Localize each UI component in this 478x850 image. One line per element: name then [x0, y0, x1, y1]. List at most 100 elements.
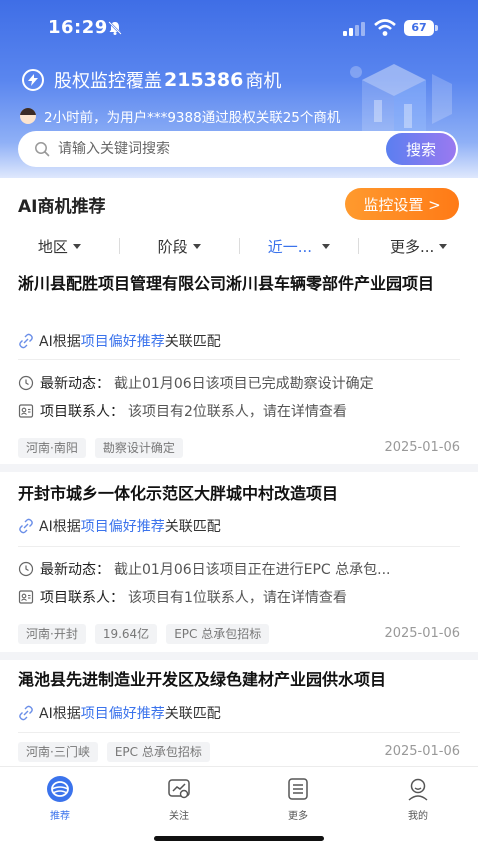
building-illustration-icon: [350, 64, 452, 144]
contact-row: 项目联系人： 该项目有1位联系人，请在详情查看: [18, 587, 460, 607]
match-prefix: AI根据: [39, 706, 81, 722]
tab-label: 我的: [408, 811, 428, 822]
project-title[interactable]: 开封市城乡一体化示范区大胖城中村改造项目: [18, 482, 460, 506]
location-tag: 河南·三门峡: [18, 742, 98, 762]
coverage-banner: 股权监控覆盖 215386 商机: [22, 66, 281, 94]
ai-link-icon: [19, 518, 33, 534]
card-divider: [18, 732, 460, 733]
contact-value: 该项目有1位联系人，请在详情查看: [128, 590, 347, 606]
card-gap: [0, 652, 478, 660]
tag-list: 河南·三门峡 EPC 总承包招标: [18, 742, 219, 762]
follow-icon: [168, 779, 190, 799]
dynamic-label: 最新动态：: [40, 562, 110, 578]
match-highlight[interactable]: 项目偏好推荐: [81, 516, 165, 536]
status-time: 16:29: [48, 17, 108, 38]
match-highlight[interactable]: 项目偏好推荐: [81, 703, 165, 723]
contact-card-icon: [18, 404, 34, 418]
wifi-icon: [374, 19, 396, 36]
caret-down-icon: [192, 243, 201, 249]
match-highlight[interactable]: 项目偏好推荐: [81, 331, 165, 351]
monitor-settings-button[interactable]: 监控设置 >: [345, 188, 459, 220]
stage-tag: 勘察设计确定: [94, 438, 183, 458]
filter-stage[interactable]: 阶段: [120, 236, 239, 257]
filter-label: 地区: [37, 237, 68, 256]
project-card[interactable]: 渑池县先进制造业开发区及绿色建材产业园供水项目 AI根据 项目偏好推荐 关联匹配 河…: [0, 660, 478, 766]
filter-label: 近一...: [267, 237, 313, 256]
search-icon: [35, 142, 50, 157]
section-title: AI商机推荐: [18, 197, 106, 217]
recommend-icon: [47, 776, 73, 802]
tab-recommend[interactable]: 推荐: [30, 775, 90, 822]
location-tag: 河南·开封: [18, 624, 86, 644]
caret-down-icon: [322, 243, 331, 249]
latest-dynamic-row: 最新动态： 截止01月06日该项目正在进行EPC 总承包...: [18, 559, 460, 579]
tag-list: 河南·开封 19.64亿 EPC 总承包招标: [18, 624, 278, 644]
filter-label: 更多...: [389, 237, 435, 256]
contact-label: 项目联系人：: [40, 404, 124, 420]
search-bar[interactable]: 搜索: [18, 131, 458, 167]
publish-date: 2025-01-06: [384, 744, 460, 759]
tab-more[interactable]: 更多: [268, 775, 328, 822]
contact-label: 项目联系人：: [40, 590, 124, 606]
stage-tag: EPC 总承包招标: [166, 624, 270, 644]
stage-tag: EPC 总承包招标: [106, 742, 210, 762]
filter-bar: 地区 阶段 近一... 更多...: [0, 230, 478, 262]
amount-tag: 19.64亿: [94, 624, 158, 644]
battery-tip: [435, 25, 438, 31]
filter-region[interactable]: 地区: [0, 236, 119, 257]
project-card[interactable]: 开封市城乡一体化示范区大胖城中村改造项目 AI根据 项目偏好推荐 关联匹配 最新动态…: [0, 472, 478, 652]
caret-down-icon: [72, 243, 81, 249]
project-title[interactable]: 渑池县先进制造业开发区及绿色建材产业园供水项目: [18, 668, 460, 692]
location-tag: 河南·南阳: [18, 438, 86, 458]
card-divider: [18, 546, 460, 547]
coverage-prefix: 股权监控覆盖: [54, 71, 162, 92]
profile-icon: [408, 778, 428, 801]
notice-text: 2小时前，为用户***9388通过股权关联25个商机: [44, 110, 341, 126]
match-suffix: 关联匹配: [164, 519, 221, 535]
tab-follow[interactable]: 关注: [149, 775, 209, 822]
home-indicator[interactable]: [154, 836, 324, 841]
search-button[interactable]: 搜索: [386, 133, 456, 165]
tag-list: 河南·南阳 勘察设计确定: [18, 438, 192, 458]
battery-indicator: 67: [404, 20, 434, 36]
latest-dynamic-row: 最新动态： 截止01月06日该项目已完成勘察设计确定: [18, 373, 460, 393]
caret-down-icon: [439, 243, 448, 249]
clock-icon: [18, 375, 34, 391]
match-prefix: AI根据: [39, 334, 81, 350]
dynamic-label: 最新动态：: [40, 376, 110, 392]
coverage-suffix: 商机: [245, 71, 282, 92]
match-prefix: AI根据: [39, 519, 81, 535]
filter-time[interactable]: 近一...: [240, 236, 359, 257]
more-icon: [288, 778, 308, 800]
ai-match-line: AI根据 项目偏好推荐 关联匹配: [18, 331, 221, 351]
match-suffix: 关联匹配: [164, 706, 221, 722]
ai-link-icon: [19, 333, 33, 349]
tab-profile[interactable]: 我的: [388, 775, 448, 822]
notice-ticker[interactable]: 2小时前，为用户***9388通过股权关联25个商机: [20, 105, 340, 127]
contact-card-icon: [18, 590, 34, 604]
filter-more[interactable]: 更多...: [359, 236, 478, 257]
tab-label: 推荐: [50, 811, 70, 822]
ai-link-icon: [19, 705, 33, 721]
card-gap: [0, 464, 478, 472]
project-card[interactable]: 淅川县配胜项目管理有限公司淅川县车辆零部件产业园项目 AI根据 项目偏好推荐 关联匹…: [0, 262, 478, 462]
match-suffix: 关联匹配: [164, 334, 221, 350]
ai-match-line: AI根据 项目偏好推荐 关联匹配: [18, 516, 221, 536]
filter-label: 阶段: [157, 237, 188, 256]
cellular-signal-icon: [343, 22, 365, 36]
publish-date: 2025-01-06: [384, 440, 460, 455]
card-divider: [18, 359, 460, 360]
user-avatar-icon: [20, 108, 36, 124]
clock-icon: [18, 561, 34, 577]
mute-bell-icon: [108, 21, 122, 35]
dynamic-value: 截止01月06日该项目已完成勘察设计确定: [114, 376, 374, 392]
project-title[interactable]: 淅川县配胜项目管理有限公司淅川县车辆零部件产业园项目: [18, 272, 460, 296]
ai-match-line: AI根据 项目偏好推荐 关联匹配: [18, 703, 221, 723]
coverage-count: 215386: [164, 69, 244, 91]
tab-label: 关注: [169, 811, 189, 822]
header-banner: 16:29 67 股权监控覆盖 215386 商机 2小时前，为用户***938…: [0, 0, 478, 178]
contact-row: 项目联系人： 该项目有2位联系人，请在详情查看: [18, 401, 460, 421]
publish-date: 2025-01-06: [384, 626, 460, 641]
tab-label: 更多: [288, 811, 308, 822]
dynamic-value: 截止01月06日该项目正在进行EPC 总承包...: [114, 562, 391, 578]
